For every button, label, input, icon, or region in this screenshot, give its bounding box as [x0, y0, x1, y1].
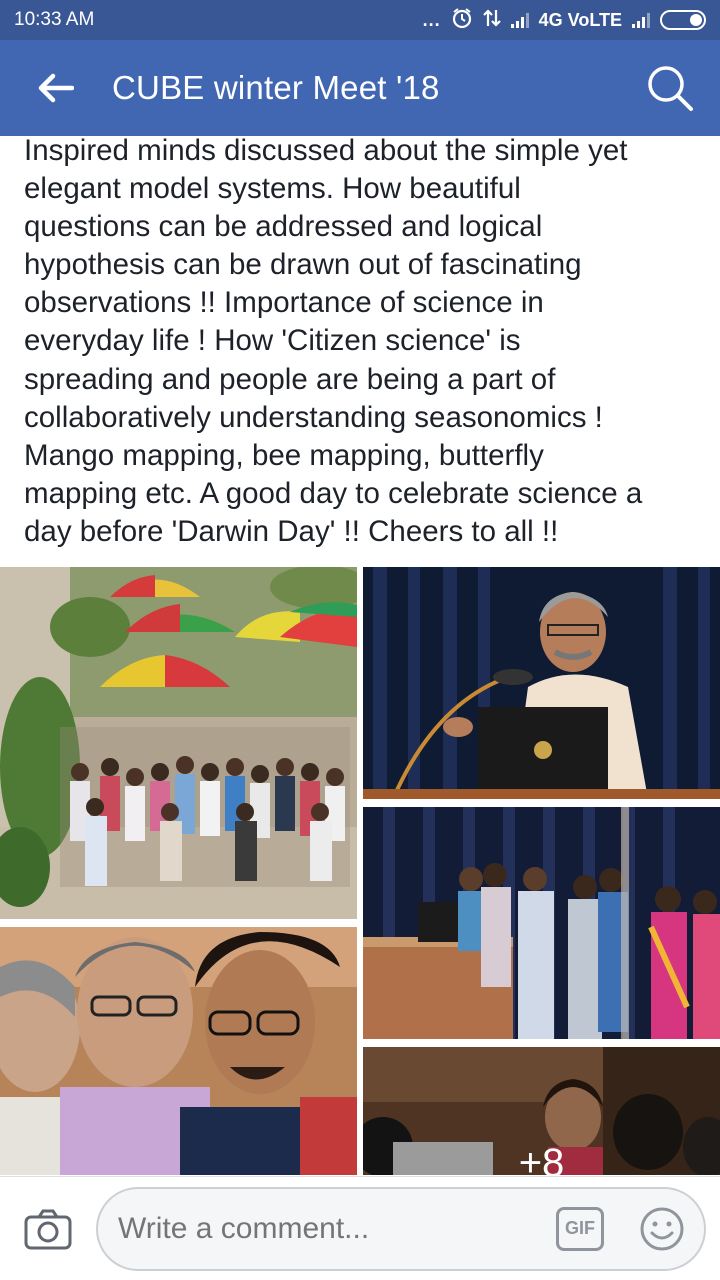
smiley-icon: [640, 1207, 684, 1250]
group-photo[interactable]: [0, 567, 357, 919]
status-icons: ... 4G VoLTE: [423, 7, 706, 34]
team-photo[interactable]: [363, 807, 720, 1039]
back-arrow-icon: [38, 73, 74, 103]
emoji-button[interactable]: [638, 1205, 686, 1253]
camera-icon: [24, 1209, 72, 1249]
status-bar: 10:33 AM ... 4G VoLTE: [0, 0, 720, 40]
gif-button[interactable]: GIF: [556, 1206, 604, 1251]
status-time: 10:33 AM: [14, 9, 95, 30]
more-photos-count: +8: [518, 1141, 565, 1175]
speaker-photo[interactable]: [363, 567, 720, 799]
audience-closeup-photo[interactable]: [0, 927, 357, 1175]
camera-button[interactable]: [0, 1177, 96, 1280]
page-title: CUBE winter Meet '18: [112, 69, 440, 106]
comment-bar: GIF: [0, 1176, 720, 1280]
signal-icon: [510, 12, 529, 28]
data-transfer-icon: [482, 8, 501, 33]
search-icon: [648, 66, 693, 111]
notification-dots: ...: [422, 9, 441, 30]
comment-box: GIF: [96, 1186, 706, 1271]
post-text: Inspired minds discussed about the simpl…: [24, 134, 643, 548]
battery-icon: [660, 10, 706, 30]
signal-icon-2: [632, 12, 650, 28]
comment-input[interactable]: [118, 1211, 556, 1246]
photo-grid: +8: [0, 567, 720, 1175]
search-button[interactable]: [620, 40, 720, 136]
back-button[interactable]: [0, 40, 112, 136]
alarm-icon: [451, 7, 473, 34]
more-photos-tile[interactable]: +8: [363, 1047, 720, 1175]
app-bar: CUBE winter Meet '18: [0, 40, 720, 136]
network-type: 4G VoLTE: [538, 9, 622, 30]
